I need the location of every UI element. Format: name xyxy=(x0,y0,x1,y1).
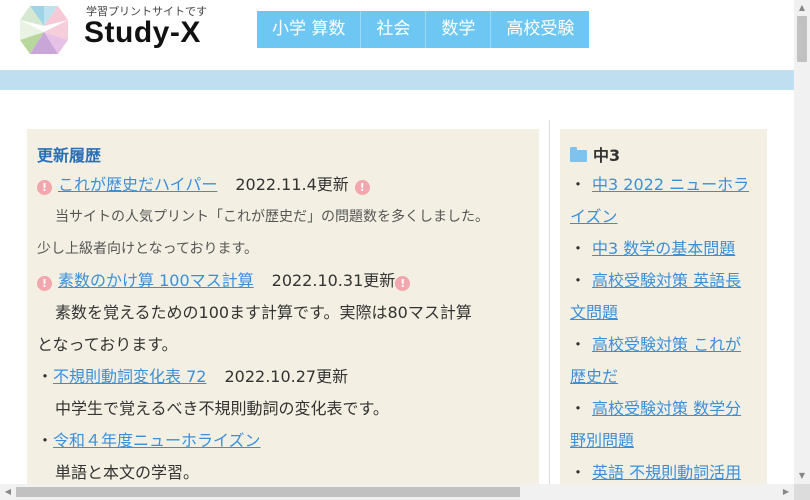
bullet: ・ xyxy=(37,431,54,450)
sidebar-item: ・中3 数学の基本問題 xyxy=(570,233,757,265)
alert-icon: ! xyxy=(37,180,52,195)
main-nav: 小学 算数 社会 数学 高校受験 xyxy=(257,11,590,48)
update-date: 2022.11.4更新 xyxy=(235,175,349,194)
update-date: 2022.10.31更新 xyxy=(271,271,396,290)
bullet: ・ xyxy=(570,399,587,418)
scroll-up-arrow-icon[interactable]: ▲ xyxy=(794,0,810,16)
update-item: ! 素数のかけ算 100マス計算 2022.10.31更新! xyxy=(37,265,529,297)
update-link[interactable]: これが歴史だハイパー xyxy=(58,175,217,194)
bullet: ・ xyxy=(570,335,587,354)
sidebar-link[interactable]: 中3 2022 ニューホラ xyxy=(592,175,749,194)
sidebar-link[interactable]: 高校受験対策 これが xyxy=(592,335,741,354)
sidebar-link[interactable]: 野別問題 xyxy=(570,431,634,450)
horizontal-scroll-thumb[interactable] xyxy=(16,487,520,497)
update-description: 中学生で覚えるべき不規則動詞の変化表です。 xyxy=(55,399,389,418)
scroll-left-arrow-icon[interactable]: ◀ xyxy=(0,484,16,500)
sidebar-link[interactable]: 中3 数学の基本問題 xyxy=(592,239,735,258)
vertical-scroll-thumb[interactable] xyxy=(797,16,807,62)
bullet: ・ xyxy=(570,175,587,194)
header-band xyxy=(0,70,794,90)
bullet: ・ xyxy=(37,367,54,386)
nav-social-studies[interactable]: 社会 xyxy=(361,11,427,48)
nav-high-school-exam[interactable]: 高校受験 xyxy=(491,11,589,48)
bullet: ・ xyxy=(570,239,587,258)
bullet: ・ xyxy=(570,271,587,290)
update-link[interactable]: 令和４年度ニューホライズン xyxy=(53,431,261,450)
site-header: 学習プリントサイトです Study-X 小学 算数 社会 数学 高校受験 xyxy=(0,0,794,70)
sidebar-item: ・高校受験対策 英語長 文問題 xyxy=(570,265,757,329)
update-link[interactable]: 素数のかけ算 100マス計算 xyxy=(58,271,254,290)
sidebar-item: ・中3 2022 ニューホラ イズン xyxy=(570,169,757,233)
sidebar-link[interactable]: 高校受験対策 数学分 xyxy=(592,399,741,418)
sidebar-item: ・高校受験対策 これが 歴史だ xyxy=(570,329,757,393)
sidebar-heading: 中3 xyxy=(570,143,757,169)
scrollbar-corner xyxy=(794,484,810,500)
update-item: ・令和４年度ニューホライズン xyxy=(37,425,529,457)
sidebar-link[interactable]: 文問題 xyxy=(570,303,618,322)
update-item: ・不規則動詞変化表 72 2022.10.27更新 xyxy=(37,361,529,393)
vertical-scrollbar[interactable]: ▲ ▼ xyxy=(794,0,810,484)
update-description: 素数を覚えるための100ます計算です。実際は80マス計算 xyxy=(55,303,472,322)
update-item: ! これが歴史だハイパー 2022.11.4更新! xyxy=(37,169,529,201)
folder-icon xyxy=(570,147,587,162)
update-description: 少し上級者向けとなっております。 xyxy=(37,241,259,257)
scroll-down-arrow-icon[interactable]: ▼ xyxy=(794,468,810,484)
update-link[interactable]: 不規則動詞変化表 72 xyxy=(53,367,206,386)
sidebar-list: ・中3 2022 ニューホラ イズン ・中3 数学の基本問題 ・高校受験対策 英… xyxy=(570,169,757,489)
nav-math[interactable]: 数学 xyxy=(426,11,492,48)
sidebar-link[interactable]: 歴史だ xyxy=(570,367,618,386)
scroll-right-arrow-icon[interactable]: ▶ xyxy=(778,484,794,500)
horizontal-scrollbar[interactable]: ◀ ▶ xyxy=(0,484,794,500)
nav-elementary-math[interactable]: 小学 算数 xyxy=(257,11,362,48)
sidebar: 中3 ・中3 2022 ニューホラ イズン ・中3 数学の基本問題 ・高校受験対… xyxy=(560,129,767,489)
sidebar-link[interactable]: 高校受験対策 英語長 xyxy=(592,271,741,290)
alert-icon: ! xyxy=(354,180,370,195)
alert-icon: ! xyxy=(395,276,411,291)
updates-panel: 更新履歴 ! これが歴史だハイパー 2022.11.4更新! 当サイトの人気プリント… xyxy=(27,129,539,489)
updates-title: 更新履歴 xyxy=(37,146,102,165)
sidebar-link[interactable]: 英語 不規則動詞活用 xyxy=(592,463,741,482)
site-logo[interactable] xyxy=(18,2,70,58)
site-title[interactable]: Study-X xyxy=(84,16,201,50)
update-description: 当サイトの人気プリント「これが歴史だ」の問題数を多くしました。 xyxy=(55,209,489,225)
alert-icon: ! xyxy=(37,276,52,291)
column-divider xyxy=(549,120,550,500)
sidebar-link[interactable]: イズン xyxy=(570,207,618,226)
bullet: ・ xyxy=(570,463,587,482)
update-description: となっております。 xyxy=(37,335,178,354)
sidebar-item: ・高校受験対策 数学分 野別問題 xyxy=(570,393,757,457)
sidebar-heading-label: 中3 xyxy=(593,146,621,165)
update-date: 2022.10.27更新 xyxy=(224,367,349,386)
